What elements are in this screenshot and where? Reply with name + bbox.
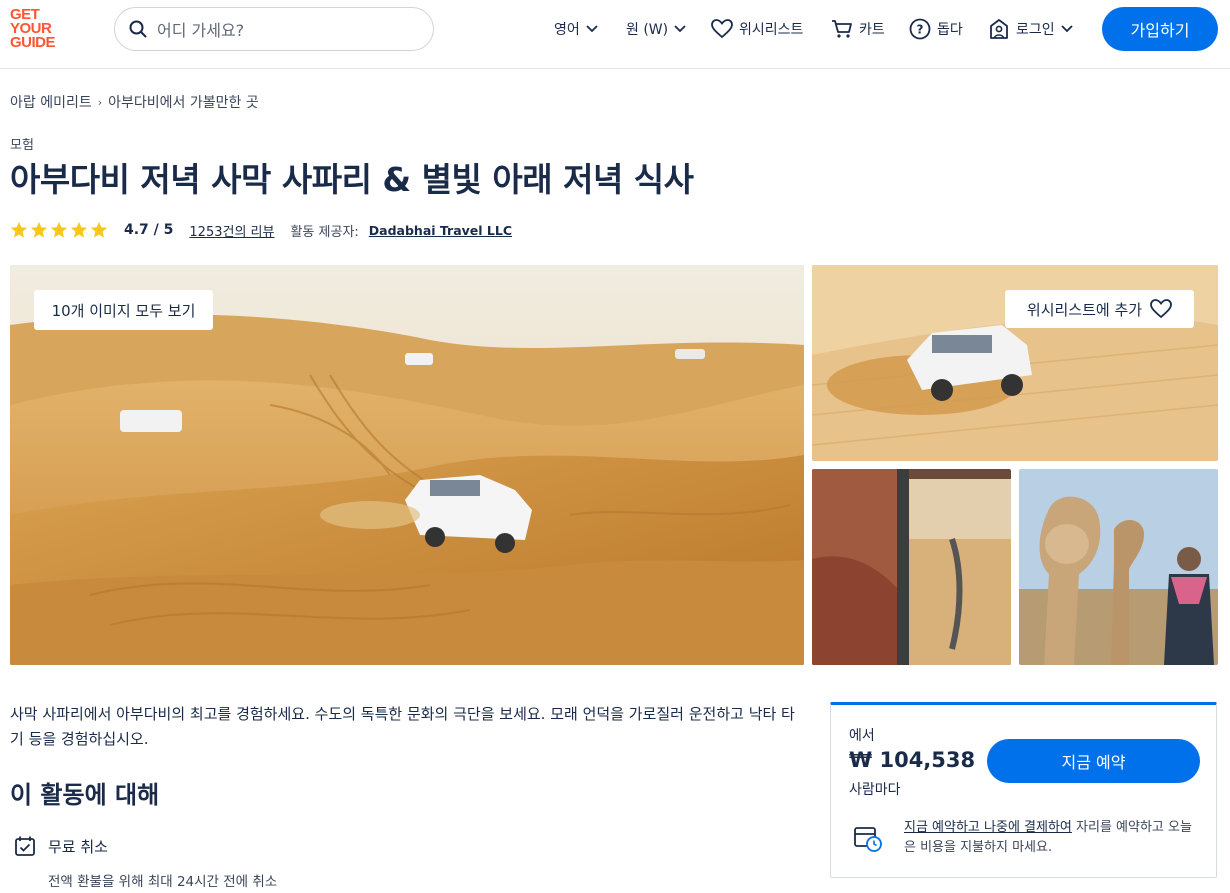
price-from-label: 에서 [849, 728, 875, 744]
language-label: 영어 [554, 22, 580, 38]
rating-row: 4.7 / 5 1253건의 리뷰 활동 제공자: Dadabhai Trave… [10, 219, 512, 241]
free-cancellation-feature: 무료 취소 [14, 835, 108, 857]
wishlist-link[interactable]: 위시리스트 [711, 18, 803, 40]
chevron-down-icon [674, 25, 686, 33]
logo-line-3: GUIDE [10, 34, 56, 51]
provider-label: 활동 제공자: [290, 224, 359, 240]
getyourguide-logo[interactable]: GET YOUR GUIDE [10, 7, 70, 51]
breadcrumb-item[interactable]: 아랍 에미리트 [10, 92, 92, 112]
add-to-wishlist-label: 위시리스트에 추가 [1026, 300, 1143, 319]
activity-description: 사막 사파리에서 아부다비의 최고를 경험하세요. 수도의 독특한 문화의 극단… [10, 705, 795, 748]
page-title: 아부다비 저녁 사막 사파리 & 별빛 아래 저녁 식사 [10, 160, 694, 199]
star-icon [90, 221, 108, 238]
help-label: 돕다 [937, 22, 963, 38]
heart-icon [711, 19, 733, 39]
book-now-button[interactable]: 지금 예약 [987, 739, 1200, 783]
view-all-images-button[interactable]: 10개 이미지 모두 보기 [34, 290, 213, 330]
provider-link[interactable]: Dadabhai Travel LLC [369, 223, 512, 238]
login-label: 로그인 [1016, 22, 1055, 38]
search-placeholder: 어디 가세요? [157, 21, 245, 40]
reviews-link[interactable]: 1253건의 리뷰 [189, 221, 274, 240]
help-link[interactable]: ? 돕다 [909, 18, 963, 40]
login-menu[interactable]: 로그인 [988, 18, 1073, 40]
star-icon [30, 221, 48, 238]
breadcrumb-item[interactable]: 아부다비에서 가볼만한 곳 [108, 92, 259, 112]
site-header: GET YOUR GUIDE 어디 가세요? 영어 원 (W) 위시리스트 카트… [0, 0, 1230, 69]
add-to-wishlist-button[interactable]: 위시리스트에 추가 [1005, 290, 1194, 328]
svg-text:?: ? [917, 23, 924, 37]
cart-link[interactable]: 카트 [831, 18, 885, 40]
currency-selector[interactable]: 원 (W) [626, 18, 686, 40]
car-interior-photo[interactable] [812, 469, 1011, 665]
currency-label: 원 (W) [626, 22, 669, 38]
heart-icon [1150, 299, 1172, 319]
feature-label: 무료 취소 [48, 837, 108, 856]
star-rating [10, 221, 108, 239]
camel-photo[interactable] [1019, 469, 1218, 665]
chevron-down-icon [586, 25, 598, 33]
star-icon [10, 221, 28, 238]
feature-description: 전액 환불을 위해 최대 24시간 전에 취소 [48, 874, 278, 890]
signup-button[interactable]: 가입하기 [1102, 7, 1218, 51]
chevron-down-icon [1061, 25, 1073, 33]
breadcrumb: 아랍 에미리트 › 아부다비에서 가볼만한 곳 [10, 92, 259, 112]
reserve-now-pay-later-note: 지금 예약하고 나중에 결제하여 자리를 예약하고 오늘은 비용을 지불하지 마… [904, 818, 1200, 858]
breadcrumb-separator-icon: › [97, 95, 103, 109]
search-icon [129, 20, 147, 38]
booking-card: 에서 ₩ 104,538 사람마다 지금 예약 지금 예약하고 나중에 결제하여… [830, 702, 1217, 878]
help-icon: ? [909, 18, 931, 40]
calendar-check-icon [15, 836, 35, 856]
rating-value: 4.7 / 5 [124, 222, 174, 238]
price-value: ₩ 104,538 [849, 748, 976, 772]
language-selector[interactable]: 영어 [554, 18, 598, 40]
star-icon [70, 221, 88, 238]
price-per-person: 사람마다 [849, 782, 901, 798]
star-icon [50, 221, 68, 238]
search-input[interactable]: 어디 가세요? [114, 7, 434, 51]
reserve-now-pay-later-link[interactable]: 지금 예약하고 나중에 결제하여 [904, 820, 1072, 835]
about-heading: 이 활동에 대해 [10, 781, 160, 809]
calendar-clock-icon [854, 827, 882, 852]
cart-icon [832, 20, 852, 38]
cart-label: 카트 [859, 22, 885, 38]
activity-category: 모험 [10, 138, 34, 153]
wishlist-label: 위시리스트 [739, 22, 804, 38]
user-icon [990, 19, 1008, 39]
